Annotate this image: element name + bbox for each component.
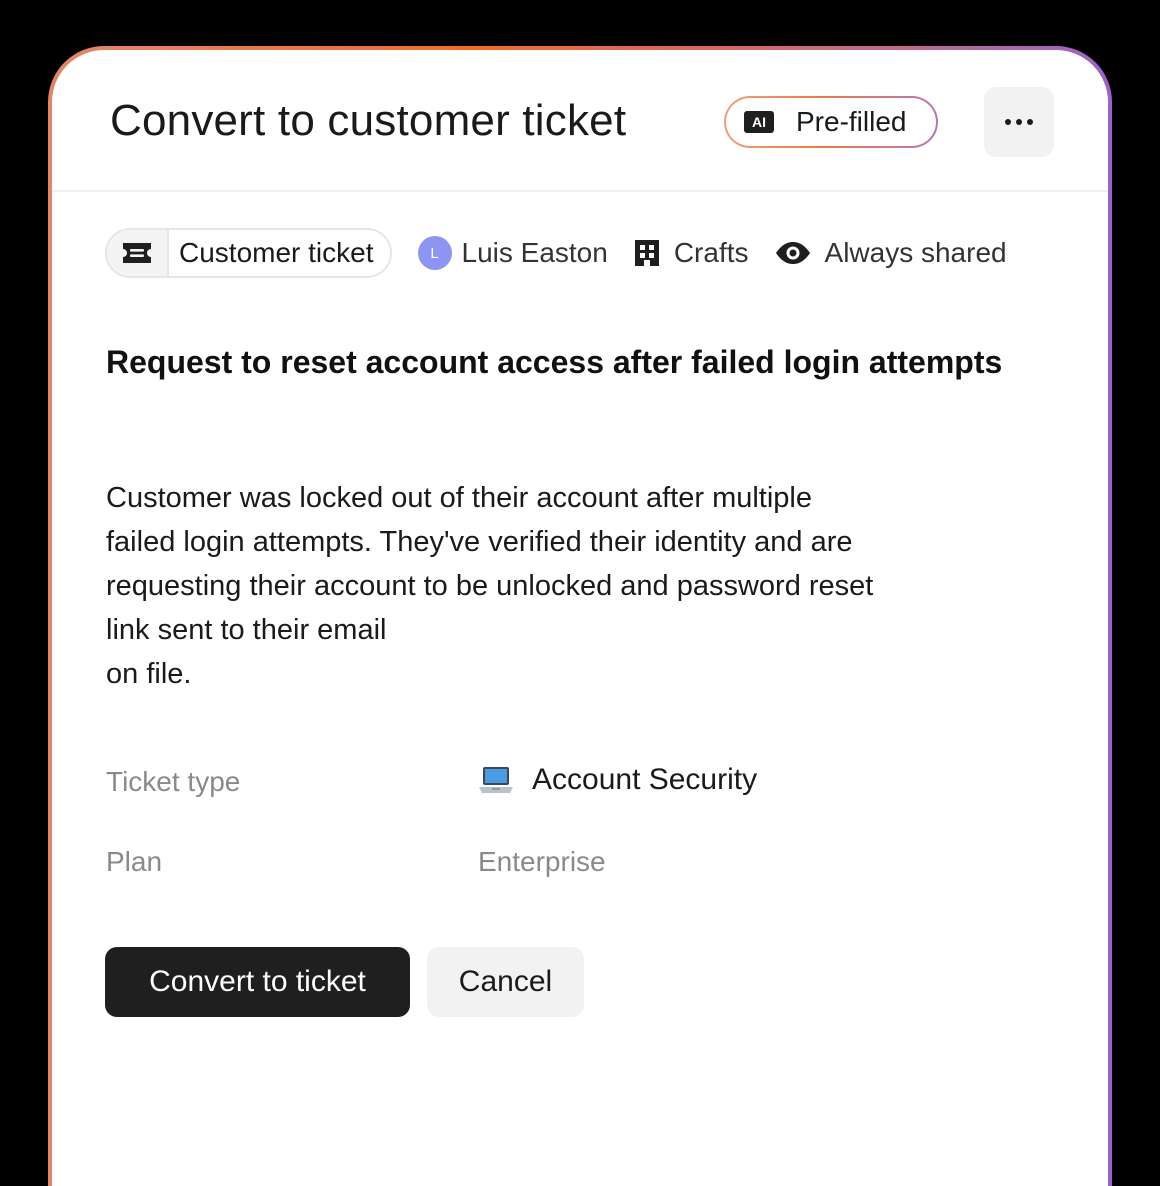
ticket-type-chip[interactable]: Customer ticket [105,228,392,278]
eye-icon [775,241,811,265]
ticket-heading: Request to reset account access after fa… [106,344,1003,380]
ai-icon: AI [744,111,774,133]
ticket-description: Customer was locked out of their account… [106,482,874,690]
more-horizontal-icon [1005,119,1011,125]
ai-badge-label: Pre-filled [796,106,907,137]
assignee[interactable]: L Luis Easton [417,236,608,270]
ticket-meta-row: Customer ticket L Luis Easton Crafts Alw… [105,228,1007,278]
visibility[interactable]: Always shared [775,237,1007,269]
dialog-border: Convert to customer ticket AI Pre-filled [48,46,1112,1186]
avatar: L [417,236,452,270]
ticket-type-field-label: Ticket type [106,766,241,797]
dialog-header: Convert to customer ticket AI Pre-filled [52,50,1108,192]
visibility-label: Always shared [824,237,1007,268]
ai-prefilled-badge: AI Pre-filled [724,96,938,148]
more-options-button[interactable] [984,87,1054,157]
ticket-type-field-value[interactable]: Account Security [478,763,757,797]
assignee-name: Luis Easton [461,237,608,268]
plan-field-label: Plan [106,846,163,877]
building-icon [634,239,660,267]
laptop-icon [478,765,514,795]
ticket-type-value: Account Security [532,763,758,796]
plan-field-value[interactable]: Enterprise [478,846,606,878]
ticket-type-label: Customer ticket [179,237,374,268]
company[interactable]: Crafts [634,237,749,269]
ticket-icon [107,230,169,276]
cancel-button[interactable]: Cancel [427,947,584,1017]
dialog-title: Convert to customer ticket [110,96,627,145]
convert-ticket-dialog: Convert to customer ticket AI Pre-filled [52,50,1108,1186]
convert-to-ticket-button[interactable]: Convert to ticket [105,947,410,1017]
company-name: Crafts [673,237,749,268]
